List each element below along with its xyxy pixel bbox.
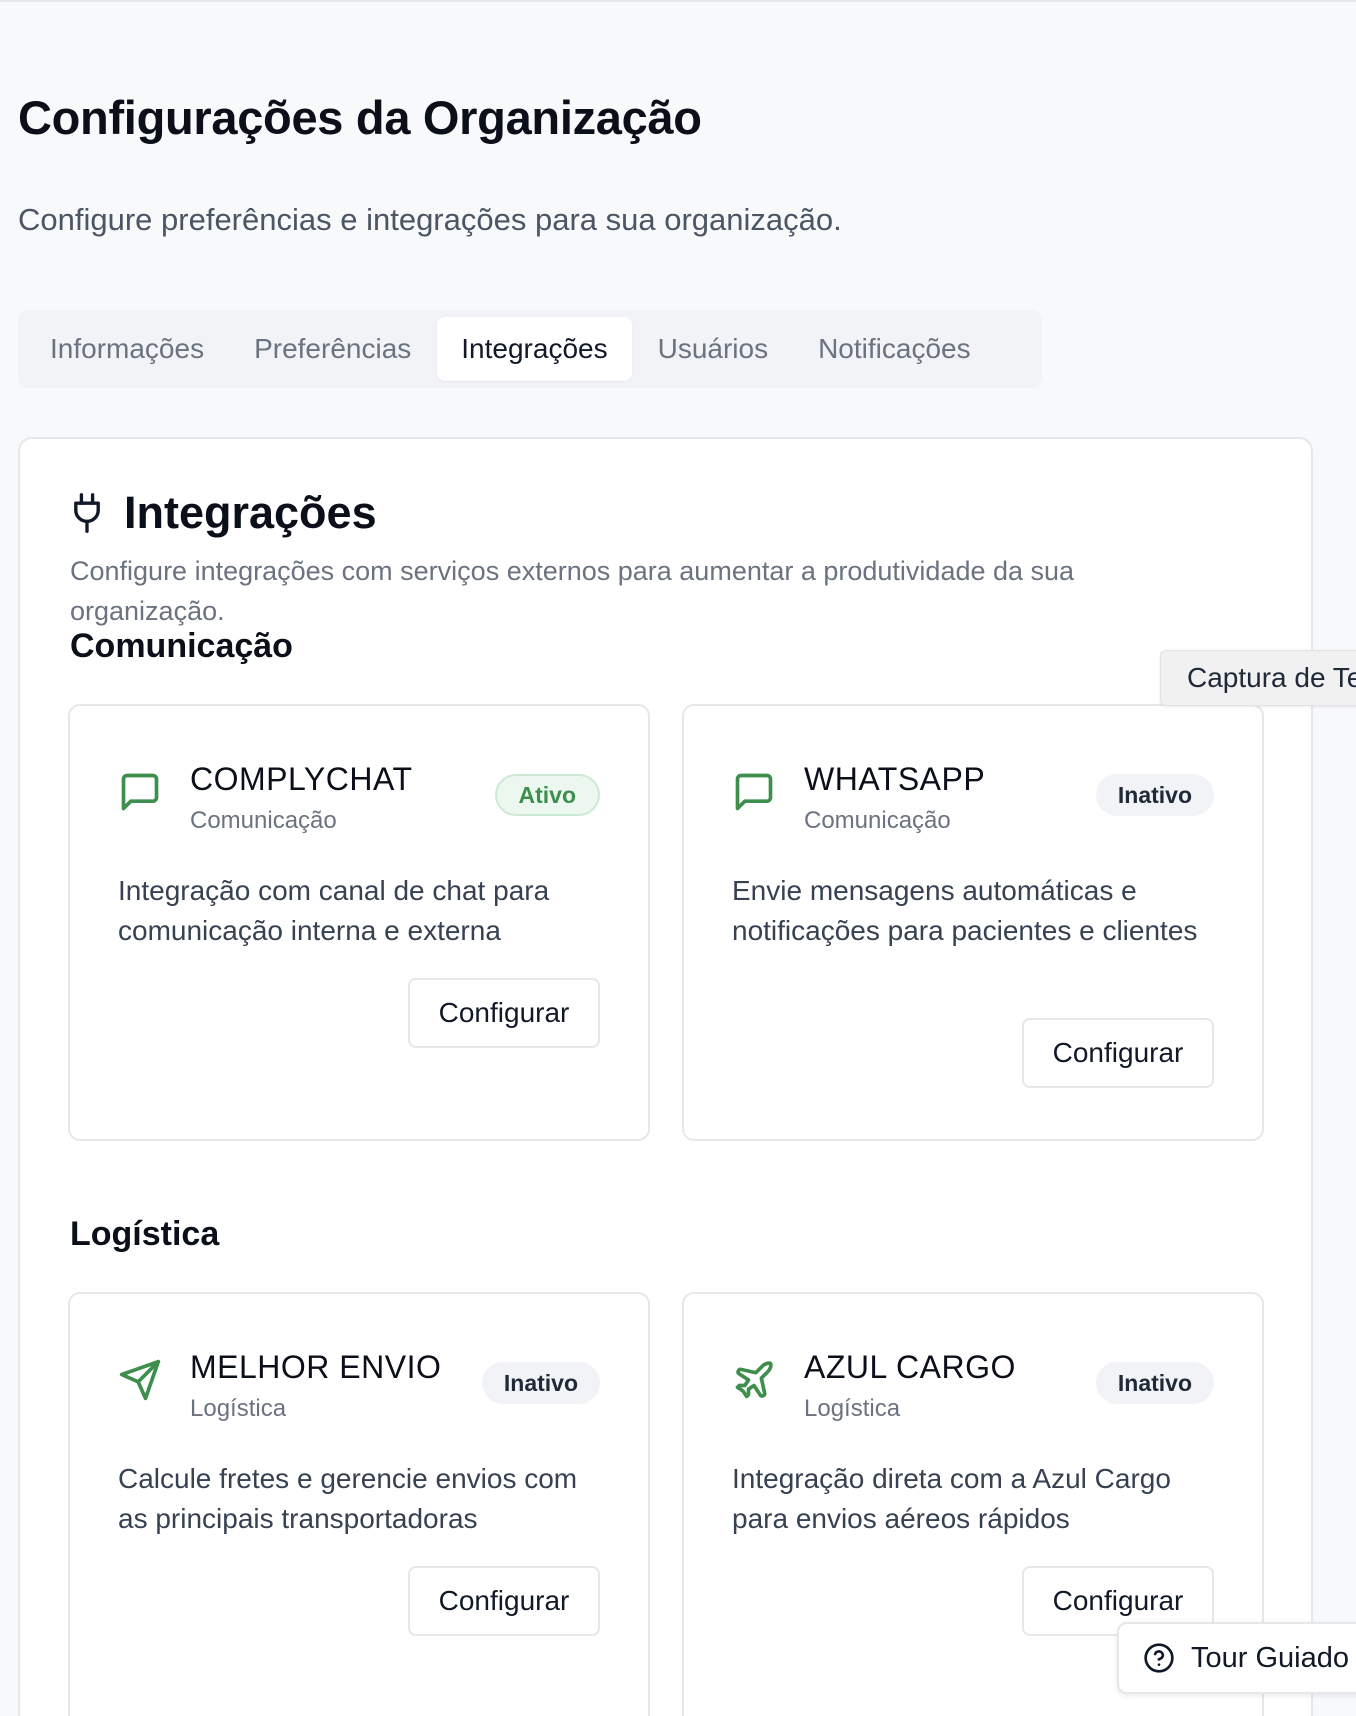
integration-description: Integração direta com a Azul Cargo para … bbox=[732, 1463, 1171, 1534]
group-title-logistica: Logística bbox=[70, 1215, 220, 1253]
integrations-header: Integrações bbox=[70, 487, 377, 539]
integration-description: Calcule fretes e gerencie envios com as … bbox=[118, 1463, 578, 1534]
status-badge: Inativo bbox=[1095, 774, 1214, 816]
integration-card-whatsapp: WHATSAPP Comunicação Inativo Envie mensa… bbox=[682, 704, 1264, 1141]
integrations-title: Integrações bbox=[124, 487, 377, 538]
tab-usuarios[interactable]: Usuários bbox=[634, 317, 792, 381]
guided-tour-button[interactable]: Tour Guiado bbox=[1117, 1622, 1356, 1694]
integrations-description: Configure integrações com serviços exter… bbox=[70, 556, 1075, 626]
status-badge: Inativo bbox=[481, 1362, 600, 1404]
integration-description: Integração com canal de chat para comuni… bbox=[118, 875, 550, 946]
integration-category: Logística bbox=[804, 1395, 901, 1422]
integration-card-melhor-envio: MELHOR ENVIO Logística Inativo Calcule f… bbox=[68, 1292, 650, 1716]
tab-notificacoes[interactable]: Notificações bbox=[794, 317, 995, 381]
status-badge: Inativo bbox=[1095, 1362, 1214, 1404]
integration-category: Comunicação bbox=[190, 807, 337, 834]
tab-integracoes[interactable]: Integrações bbox=[437, 317, 632, 381]
group-title-comunicacao: Comunicação bbox=[70, 627, 293, 665]
guided-tour-label: Tour Guiado bbox=[1191, 1641, 1349, 1674]
integrations-panel: Integrações Configure integrações com se… bbox=[18, 437, 1313, 1716]
settings-tabs: Informações Preferências Integrações Usu… bbox=[18, 310, 1042, 388]
plug-icon bbox=[74, 493, 100, 533]
tab-informacoes[interactable]: Informações bbox=[26, 317, 228, 381]
integration-card-complychat: COMPLYCHAT Comunicação Ativo Integração … bbox=[68, 704, 650, 1141]
message-square-icon bbox=[735, 773, 773, 811]
plane-icon bbox=[735, 1361, 773, 1399]
integration-category: Comunicação bbox=[804, 807, 951, 834]
page-title: Configurações da Organização bbox=[18, 91, 702, 144]
page-subtitle: Configure preferências e integrações par… bbox=[18, 202, 842, 237]
configure-button[interactable]: Configurar bbox=[408, 1566, 600, 1636]
integration-name: COMPLYCHAT bbox=[190, 761, 413, 797]
integration-description: Envie mensagens automáticas e notificaçõ… bbox=[732, 875, 1198, 946]
integration-name: WHATSAPP bbox=[804, 761, 986, 797]
help-circle-icon bbox=[1144, 1643, 1174, 1673]
configure-button[interactable]: Configurar bbox=[408, 978, 600, 1048]
message-square-icon bbox=[121, 773, 159, 811]
tab-preferencias[interactable]: Preferências bbox=[230, 317, 435, 381]
status-badge: Ativo bbox=[494, 774, 600, 816]
integration-name: AZUL CARGO bbox=[804, 1349, 1016, 1385]
integration-name: MELHOR ENVIO bbox=[190, 1349, 442, 1385]
configure-button[interactable]: Configurar bbox=[1022, 1018, 1214, 1088]
integration-category: Logística bbox=[190, 1395, 287, 1422]
screen-capture-button[interactable]: Captura de Tela bbox=[1160, 650, 1356, 706]
send-icon bbox=[119, 1359, 161, 1401]
